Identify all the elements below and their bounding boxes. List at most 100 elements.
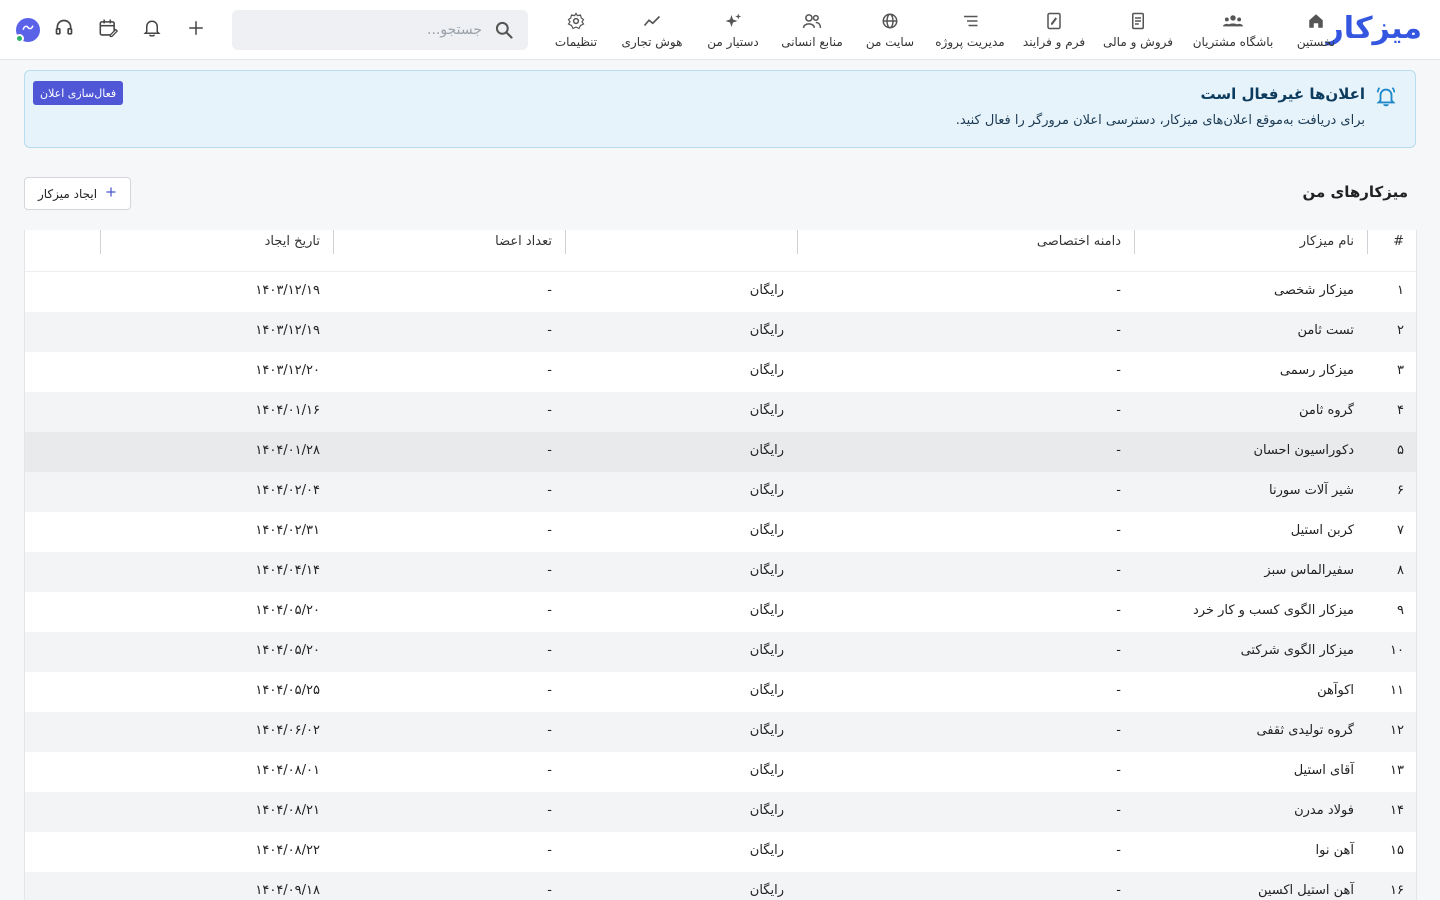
cell-plan: رایگان	[749, 563, 784, 578]
cell-plan: رایگان	[749, 883, 784, 898]
table-row[interactable]: ۹ میزکار الگوی کسب و کار خرد - رایگان - ۱۴۰۴/…	[25, 592, 1416, 632]
cell-members: -	[547, 683, 552, 698]
table-row[interactable]: ۱ میزکار شخصی - رایگان - ۱۴۰۳/۱۲/۱۹	[25, 272, 1416, 312]
column-divider[interactable]	[565, 230, 566, 254]
cell-created: ۱۴۰۴/۰۲/۰۴	[255, 483, 320, 498]
column-header-members[interactable]: تعداد اعضا	[495, 230, 552, 272]
chart-line-icon	[642, 11, 662, 31]
cell-index: ۴	[1397, 403, 1404, 418]
column-divider[interactable]	[1367, 230, 1368, 254]
bell-alert-icon	[1375, 85, 1397, 107]
cell-domain: -	[1116, 603, 1121, 618]
nav-item-hr[interactable]: منابع انسانی	[778, 0, 846, 60]
cell-domain: -	[1116, 723, 1121, 738]
cell-created: ۱۴۰۳/۱۲/۱۹	[255, 323, 320, 338]
nav-item-projects[interactable]: مدیریت پروژه	[932, 0, 1008, 60]
nav-item-forms[interactable]: فرم و فرایند	[1022, 0, 1086, 60]
cell-members: -	[547, 803, 552, 818]
cell-plan: رایگان	[749, 443, 784, 458]
search-box[interactable]	[232, 10, 528, 50]
cell-domain: -	[1116, 363, 1121, 378]
cell-members: -	[547, 283, 552, 298]
calendar-button[interactable]	[96, 18, 120, 42]
cell-name: شیر آلات سورنا	[1269, 483, 1354, 498]
column-divider[interactable]	[100, 230, 101, 254]
sparkle-icon	[723, 11, 743, 31]
table-row[interactable]: ۶ شیر آلات سورنا - رایگان - ۱۴۰۴/۰۲/۰۴	[25, 472, 1416, 512]
cell-created: ۱۴۰۴/۰۹/۱۸	[255, 883, 320, 898]
column-header-created[interactable]: تاریخ ایجاد	[265, 230, 320, 272]
table-row[interactable]: ۱۰ میزکار الگوی شرکتی - رایگان - ۱۴۰۴/۰۵/۲۰	[25, 632, 1416, 672]
nav-item-site[interactable]: سایت من	[862, 0, 918, 60]
cell-plan: رایگان	[749, 683, 784, 698]
cell-domain: -	[1116, 763, 1121, 778]
cell-plan: رایگان	[749, 323, 784, 338]
cell-members: -	[547, 483, 552, 498]
cell-domain: -	[1116, 803, 1121, 818]
table-row[interactable]: ۵ دکوراسیون احسان - رایگان - ۱۴۰۴/۰۱/۲۸	[25, 432, 1416, 472]
cell-members: -	[547, 363, 552, 378]
table-row[interactable]: ۱۵ آهن نوا - رایگان - ۱۴۰۴/۰۸/۲۲	[25, 832, 1416, 872]
cell-name: آهن نوا	[1315, 843, 1354, 858]
nav-item-home[interactable]: نخستین	[1291, 0, 1341, 60]
table-row[interactable]: ۸ سفیرالماس سبز - رایگان - ۱۴۰۴/۰۴/۱۴	[25, 552, 1416, 592]
table-row[interactable]: ۱۶ آهن استیل اکسین - رایگان - ۱۴۰۴/۰۹/۱۸	[25, 872, 1416, 900]
search-icon[interactable]	[494, 20, 514, 40]
nav-item-assistant[interactable]: دستیار من	[702, 0, 764, 60]
cell-index: ۵	[1397, 443, 1404, 458]
cell-name: سفیرالماس سبز	[1264, 563, 1354, 578]
avatar[interactable]	[15, 18, 40, 43]
cell-created: ۱۴۰۴/۰۱/۲۸	[255, 443, 320, 458]
nav-item-bi[interactable]: هوش تجاری	[618, 0, 686, 60]
table-row[interactable]: ۳ میزکار رسمی - رایگان - ۱۴۰۳/۱۲/۲۰	[25, 352, 1416, 392]
cell-domain: -	[1116, 283, 1121, 298]
column-divider[interactable]	[333, 230, 334, 254]
nav-label: فروش و مالی	[1103, 35, 1173, 49]
cell-name: اکوآهن	[1317, 683, 1354, 698]
column-header-name[interactable]: نام میزکار	[1300, 230, 1354, 272]
column-divider[interactable]	[797, 230, 798, 254]
add-button[interactable]	[184, 18, 208, 42]
banner-title: اعلان‌ها غیرفعال است	[1200, 85, 1365, 103]
notifications-button[interactable]	[140, 18, 164, 42]
cell-name: گروه تولیدی ثقفی	[1256, 723, 1354, 738]
table-row[interactable]: ۱۲ گروه تولیدی ثقفی - رایگان - ۱۴۰۴/۰۶/۰۲	[25, 712, 1416, 752]
nav-item-finance[interactable]: فروش و مالی	[1102, 0, 1174, 60]
cell-name: گروه ثامن	[1298, 403, 1354, 418]
cell-domain: -	[1116, 883, 1121, 898]
cell-name: میزکار شخصی	[1273, 283, 1354, 298]
column-header-domain[interactable]: دامنه اختصاصی	[1037, 230, 1121, 272]
cell-index: ۱	[1397, 283, 1404, 298]
cell-plan: رایگان	[749, 283, 784, 298]
table-row[interactable]: ۱۳ آقای استیل - رایگان - ۱۴۰۴/۰۸/۰۱	[25, 752, 1416, 792]
create-workspace-button[interactable]: ایجاد میزکار	[24, 177, 131, 210]
plus-icon	[105, 186, 117, 202]
support-button[interactable]	[52, 18, 76, 42]
table-row[interactable]: ۲ تست ثامن - رایگان - ۱۴۰۳/۱۲/۱۹	[25, 312, 1416, 352]
table-row[interactable]: ۷ کربن استیل - رایگان - ۱۴۰۴/۰۲/۳۱	[25, 512, 1416, 552]
table-row[interactable]: ۱۱ اکوآهن - رایگان - ۱۴۰۴/۰۵/۲۵	[25, 672, 1416, 712]
table-row[interactable]: ۴ گروه ثامن - رایگان - ۱۴۰۴/۰۱/۱۶	[25, 392, 1416, 432]
cell-index: ۳	[1397, 363, 1404, 378]
cell-plan: رایگان	[749, 363, 784, 378]
table-row[interactable]: ۱۴ فولاد مدرن - رایگان - ۱۴۰۴/۰۸/۲۱	[25, 792, 1416, 832]
column-divider[interactable]	[1134, 230, 1135, 254]
cell-created: ۱۴۰۴/۰۵/۲۵	[255, 683, 320, 698]
nav-item-crm[interactable]: باشگاه مشتریان	[1190, 0, 1276, 60]
cell-created: ۱۴۰۴/۰۱/۱۶	[255, 403, 320, 418]
search-input[interactable]	[242, 10, 482, 50]
cell-created: ۱۴۰۴/۰۶/۰۲	[255, 723, 320, 738]
cell-members: -	[547, 323, 552, 338]
receipt-icon	[1128, 11, 1148, 31]
plus-icon	[187, 19, 205, 41]
column-header-index[interactable]: #	[1393, 230, 1404, 272]
home-icon	[1306, 11, 1326, 31]
nav-label: دستیار من	[707, 35, 759, 49]
cell-created: ۱۴۰۴/۰۸/۲۱	[255, 803, 320, 818]
nav-item-settings[interactable]: تنظیمات	[552, 0, 600, 60]
nav-label: نخستین	[1296, 35, 1336, 49]
cell-plan: رایگان	[749, 603, 784, 618]
group-icon	[1223, 11, 1243, 31]
workspaces-table: # نام میزکار دامنه اختصاصی تعداد اعضا تا…	[24, 230, 1417, 900]
enable-notifications-button[interactable]: فعال‌سازی اعلان	[33, 81, 124, 105]
